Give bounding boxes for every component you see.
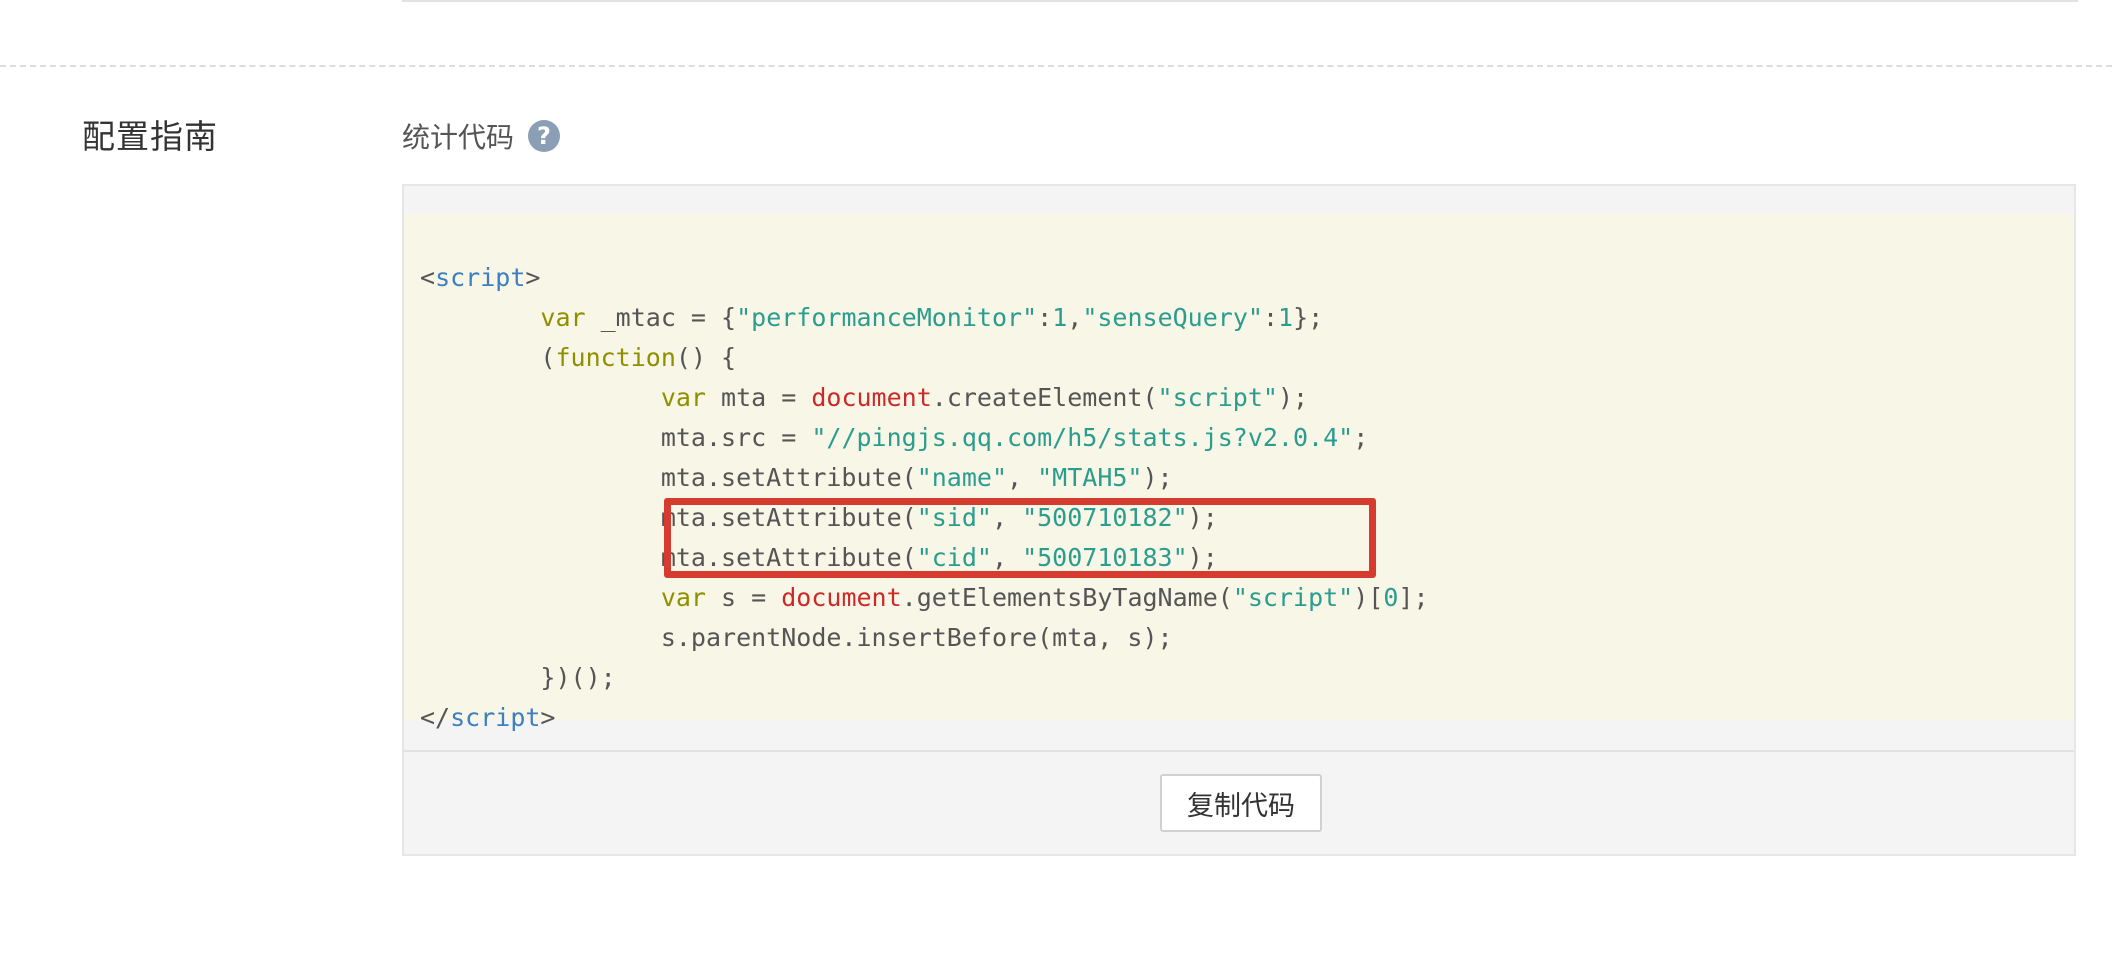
highlight-annotation	[664, 498, 1376, 578]
code-text: ];	[1398, 583, 1429, 612]
code-string: "name"	[916, 463, 1008, 492]
code-text: s.parentNode.insertBefore(mta, s);	[420, 623, 1173, 652]
code-string: "senseQuery"	[1082, 303, 1263, 332]
code-builtin: document	[811, 383, 932, 412]
code-text: .getElementsByTagName(	[901, 583, 1233, 612]
code-block[interactable]: <script> var _mtac = {"performanceMonito…	[404, 214, 2074, 732]
code-number: 1	[1278, 303, 1294, 332]
code-text: () {	[675, 343, 737, 372]
code-string: "script"	[1232, 583, 1354, 612]
code-text: })();	[420, 663, 616, 692]
top-divider	[402, 0, 2078, 2]
code-line: var _mtac = {"performanceMonitor":1,"sen…	[420, 303, 1323, 332]
code-line: mta.setAttribute("name", "MTAH5");	[420, 463, 1173, 492]
code-tag: script	[435, 263, 526, 292]
code-number: 1	[1052, 303, 1068, 332]
code-text: s =	[705, 583, 782, 612]
code-line: <script>	[420, 263, 540, 292]
code-keyword: var	[660, 583, 706, 612]
code-text: );	[1142, 463, 1173, 492]
code-string: "//pingjs.qq.com/h5/stats.js?v2.0.4"	[811, 423, 1354, 452]
code-line: </script>	[420, 703, 555, 732]
code-text: (	[420, 343, 556, 372]
copy-code-button[interactable]: 复制代码	[1160, 774, 1322, 832]
code-text: >	[540, 703, 556, 732]
code-text: mta =	[705, 383, 812, 412]
code-text: .createElement(	[931, 383, 1158, 412]
code-line: var s = document.getElementsByTagName("s…	[420, 583, 1429, 612]
code-builtin: document	[781, 583, 902, 612]
code-line: mta.src = "//pingjs.qq.com/h5/stats.js?v…	[420, 423, 1368, 452]
code-text: :	[1037, 303, 1053, 332]
code-keyword: var	[660, 383, 706, 412]
code-text: <	[420, 263, 436, 292]
code-string: "MTAH5"	[1037, 463, 1143, 492]
code-text: ,	[1067, 303, 1083, 332]
code-number: 0	[1383, 583, 1399, 612]
code-line: (function() {	[420, 343, 736, 372]
code-text: mta.src =	[420, 423, 812, 452]
field-label: 统计代码	[402, 121, 515, 154]
code-panel: <script> var _mtac = {"performanceMonito…	[402, 184, 2076, 856]
code-string: "performanceMonitor"	[736, 303, 1038, 332]
section-divider	[0, 65, 2112, 67]
code-string: "script"	[1157, 383, 1278, 412]
field-header: 统计代码 ?	[402, 116, 561, 156]
code-text: };	[1293, 303, 1324, 332]
code-text: )[	[1353, 583, 1384, 612]
code-text: :	[1262, 303, 1278, 332]
code-line: s.parentNode.insertBefore(mta, s);	[420, 623, 1173, 652]
code-text: ;	[1353, 423, 1369, 452]
code-text: _mtac = {	[585, 303, 737, 332]
code-text: >	[525, 263, 541, 292]
code-keyword: var	[540, 303, 586, 332]
code-text: </	[420, 703, 451, 732]
code-line: var mta = document.createElement("script…	[420, 383, 1308, 412]
code-tag: script	[450, 703, 541, 732]
panel-footer-divider	[404, 750, 2074, 752]
code-text: ,	[1007, 463, 1038, 492]
code-keyword: function	[555, 343, 676, 372]
code-line: })();	[420, 663, 616, 692]
code-text: mta.setAttribute(	[420, 463, 917, 492]
question-circle-icon[interactable]: ?	[528, 120, 561, 152]
code-text: );	[1277, 383, 1309, 412]
section-title: 配置指南	[82, 117, 218, 156]
